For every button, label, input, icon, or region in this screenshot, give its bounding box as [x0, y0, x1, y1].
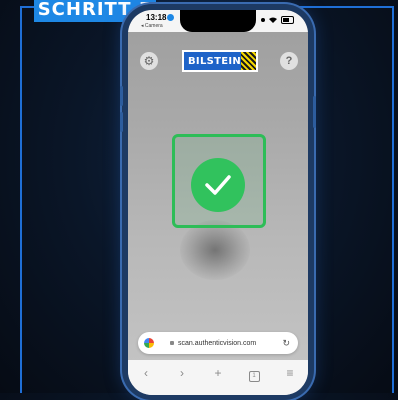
lock-icon	[170, 341, 174, 345]
status-icons	[261, 16, 294, 24]
wifi-icon	[269, 17, 277, 23]
status-time: 13:18	[146, 13, 175, 22]
phone-screen: 13:18 ◂ Camera ⚙ BILSTEIN ? scan.authent…	[128, 10, 308, 395]
settings-button[interactable]: ⚙	[140, 52, 158, 70]
back-to-camera-link[interactable]: ◂ Camera	[141, 23, 163, 29]
url-text: scan.authenticvision.com	[178, 339, 257, 347]
success-check	[191, 158, 245, 212]
help-button[interactable]: ?	[280, 52, 298, 70]
logo-stripes	[241, 52, 256, 70]
forward-button[interactable]: ›	[172, 366, 192, 380]
tabs-count: 1	[248, 371, 260, 382]
reload-icon[interactable]: ↻	[282, 338, 290, 349]
product-shadow	[180, 220, 250, 280]
battery-icon	[281, 16, 294, 24]
menu-button[interactable]: ≡	[280, 366, 300, 380]
checkmark-icon	[205, 175, 231, 195]
status-bar: 13:18 ◂ Camera	[128, 10, 308, 32]
logo-text: BILSTEIN	[188, 55, 242, 67]
bilstein-logo: BILSTEIN	[182, 50, 258, 72]
frame-line-left	[20, 6, 22, 393]
phone-side-button	[313, 96, 316, 128]
frame-line-right	[392, 6, 394, 393]
back-button[interactable]: ‹	[136, 366, 156, 380]
notch	[180, 10, 256, 32]
browser-toolbar: ‹ › + 1 ≡	[128, 360, 308, 395]
phone-side-button	[120, 112, 123, 132]
url-bar[interactable]: scan.authenticvision.com ↻	[138, 332, 298, 354]
camera-dot-icon	[261, 18, 265, 22]
new-tab-button[interactable]: +	[208, 366, 228, 380]
location-badge-icon	[167, 14, 175, 22]
google-icon	[144, 338, 154, 348]
phone-side-button	[120, 86, 123, 106]
tabs-button[interactable]: 1	[244, 366, 264, 382]
gear-icon: ⚙	[143, 54, 155, 68]
